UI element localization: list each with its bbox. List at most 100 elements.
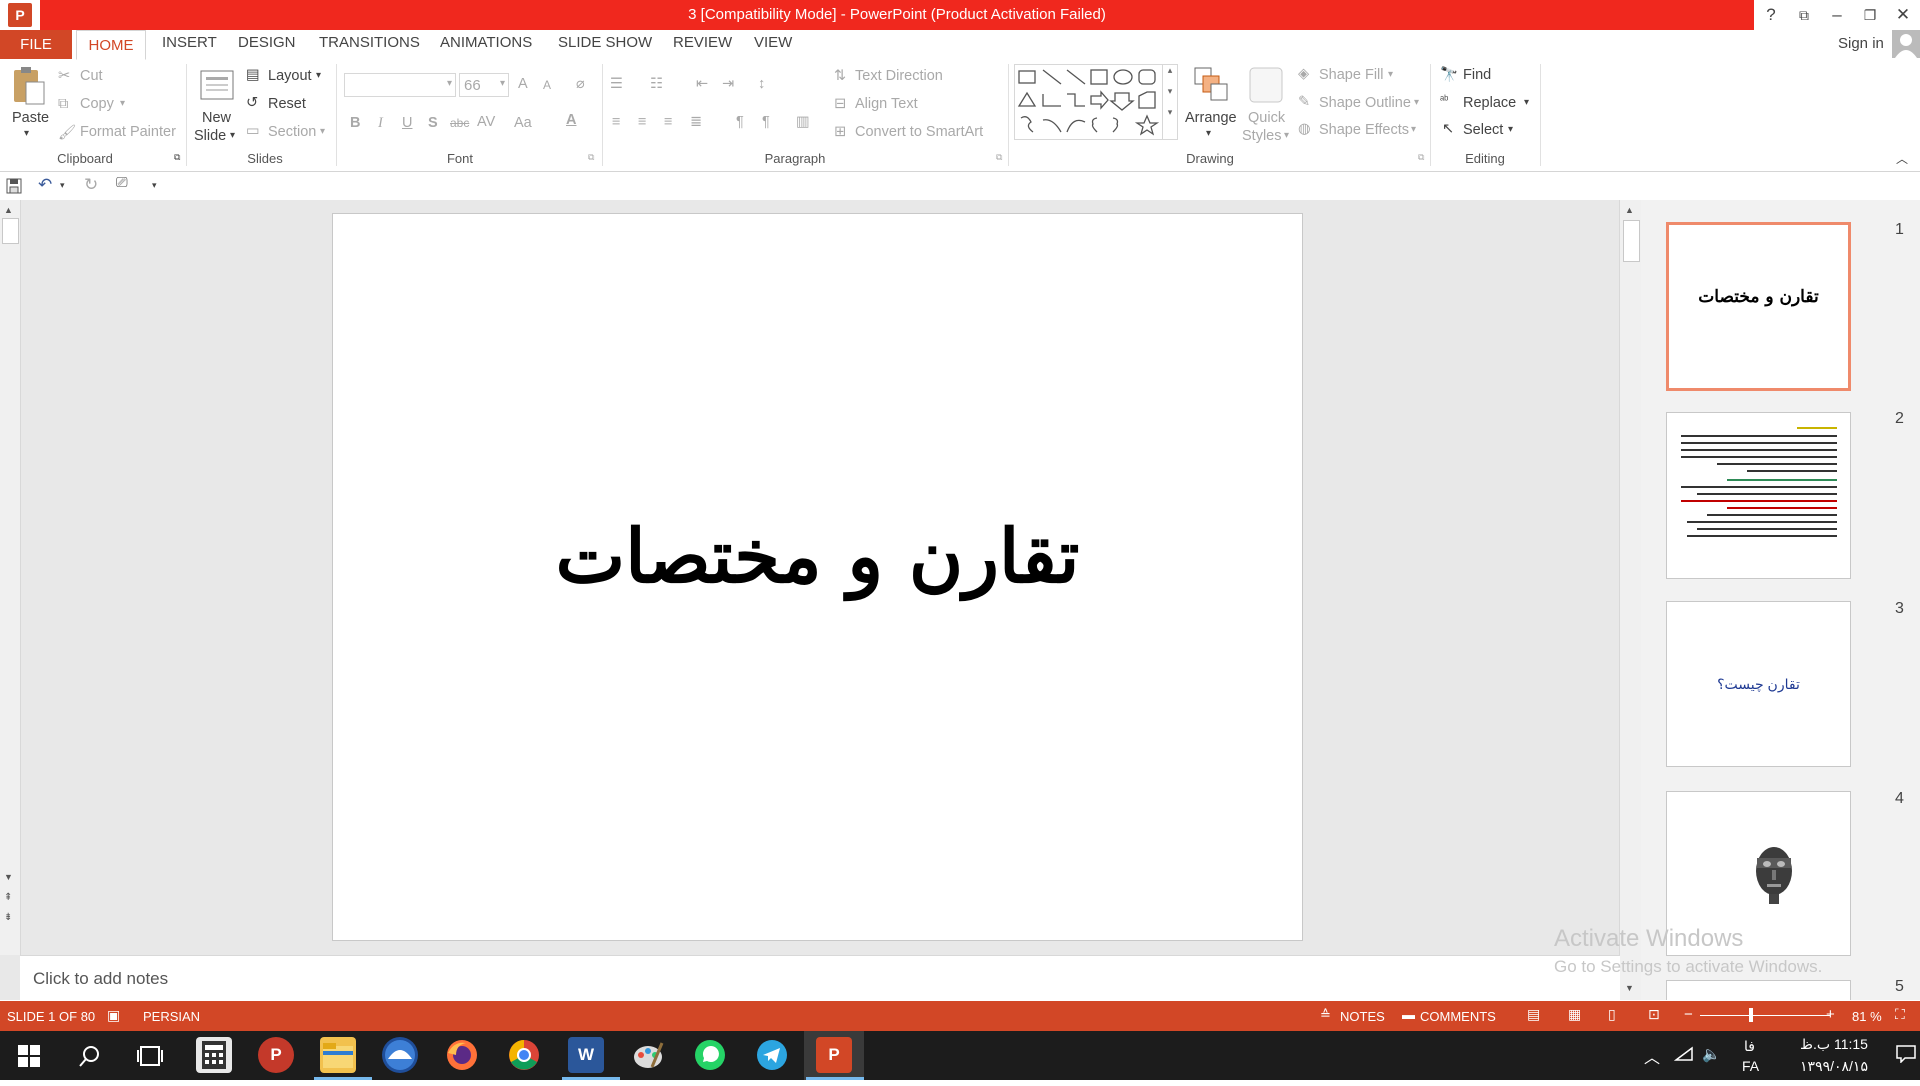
arrange-dropdown-icon[interactable]: ▾ [1206, 128, 1211, 139]
layout-button[interactable]: Layout [268, 68, 312, 84]
notes-pane[interactable]: Click to add notes [20, 955, 1620, 1001]
whatsapp-icon[interactable] [692, 1037, 728, 1073]
font-name-dropdown-icon[interactable]: ▾ [447, 78, 452, 89]
shapes-gallery[interactable]: ▴ ▾ ▾ [1014, 64, 1178, 140]
paragraph-launcher-icon[interactable]: ⧉ [996, 152, 1002, 163]
comments-icon[interactable]: ▬ [1402, 1007, 1415, 1022]
scroll-up-icon[interactable]: ▲ [1625, 205, 1634, 215]
scroll-down-icon[interactable]: ▼ [1625, 983, 1634, 993]
shape-outline-dropdown-icon[interactable]: ▾ [1414, 97, 1419, 108]
notifications-icon[interactable] [1896, 1045, 1916, 1066]
font-launcher-icon[interactable]: ⧉ [588, 152, 594, 163]
columns-icon[interactable]: ▥ [796, 114, 810, 130]
shape-fill-dropdown-icon[interactable]: ▾ [1388, 69, 1393, 80]
calculator-icon[interactable] [196, 1037, 232, 1073]
normal-view-icon[interactable]: ▤ [1527, 1006, 1540, 1023]
bold-button[interactable]: B [350, 115, 360, 131]
reading-view-icon[interactable]: ▯ [1608, 1006, 1616, 1023]
powerpoint-app-icon[interactable]: P [8, 3, 32, 27]
section-icon[interactable]: ▭ [246, 123, 260, 139]
user-avatar-icon[interactable] [1892, 30, 1920, 58]
select-button[interactable]: Select [1463, 122, 1503, 138]
new-slide-label-2[interactable]: Slide [194, 128, 226, 144]
start-slideshow-icon[interactable]: ⎚ [116, 175, 128, 191]
search-icon[interactable] [78, 1044, 102, 1072]
minimize-button[interactable]: – [1820, 2, 1854, 28]
undo-icon[interactable]: ↶ [38, 175, 52, 195]
shape-fill-button[interactable]: Shape Fill [1319, 67, 1383, 83]
internet-app-icon[interactable] [382, 1037, 418, 1073]
network-icon[interactable] [1673, 1046, 1694, 1065]
underline-button[interactable]: U [402, 115, 412, 131]
font-color-button[interactable]: A [566, 112, 576, 128]
tab-slide-show[interactable]: SLIDE SHOW [558, 34, 652, 51]
new-slide-icon[interactable] [198, 66, 236, 108]
increase-indent-icon[interactable]: ⇥ [722, 76, 734, 92]
new-slide-label-1[interactable]: New [202, 110, 231, 126]
select-dropdown-icon[interactable]: ▾ [1508, 124, 1513, 135]
slide-thumbnail-1[interactable]: تقارن و مختصات [1666, 222, 1851, 391]
find-icon[interactable]: 🔭 [1440, 66, 1458, 83]
tab-home[interactable]: HOME [76, 30, 146, 60]
character-spacing-button[interactable]: AV [477, 114, 495, 130]
justify-icon[interactable]: ≣ [690, 114, 702, 130]
smartart-icon[interactable]: ⊞ [834, 124, 846, 140]
tab-insert[interactable]: INSERT [162, 34, 217, 51]
align-text-button[interactable]: Align Text [855, 96, 918, 112]
reset-icon[interactable]: ↺ [246, 95, 258, 111]
decrease-indent-icon[interactable]: ⇤ [696, 76, 708, 92]
align-center-icon[interactable]: ≡ [638, 114, 646, 130]
scroll-thumb[interactable] [2, 218, 19, 244]
bullets-icon[interactable]: ☰ [610, 76, 623, 92]
notes-button[interactable]: NOTES [1340, 1009, 1385, 1024]
replace-dropdown-icon[interactable]: ▾ [1524, 97, 1529, 108]
zoom-in-button[interactable]: + [1826, 1006, 1835, 1023]
rtl-direction-icon[interactable]: ¶ [762, 114, 770, 130]
copy-button[interactable]: Copy [80, 96, 114, 112]
task-view-icon[interactable] [137, 1044, 163, 1072]
scroll-thumb[interactable] [1623, 220, 1640, 262]
paste-icon[interactable] [10, 66, 46, 110]
zoom-slider-thumb[interactable] [1749, 1008, 1754, 1022]
editor-scrollbar[interactable]: ▲ ▼ [1619, 200, 1643, 1000]
copy-dropdown-icon[interactable]: ▾ [120, 98, 125, 109]
select-icon[interactable]: ↖ [1442, 121, 1454, 137]
next-slide-icon[interactable]: ⇟ [4, 912, 12, 923]
shape-effects-dropdown-icon[interactable]: ▾ [1411, 124, 1416, 135]
spelling-check-icon[interactable]: ▣ [107, 1007, 120, 1024]
numbering-icon[interactable]: ☷ [650, 76, 663, 92]
powerpoint-taskbar-icon[interactable]: P [816, 1037, 852, 1073]
redo-icon[interactable]: ↻ [84, 175, 98, 195]
tab-animations[interactable]: ANIMATIONS [440, 34, 532, 51]
sign-in-link[interactable]: Sign in [1838, 35, 1884, 52]
notes-icon[interactable]: ≙ [1320, 1007, 1331, 1023]
slideshow-view-icon[interactable]: ⊡ [1648, 1006, 1660, 1023]
strikethrough-button[interactable]: abc [450, 116, 469, 130]
format-painter-icon[interactable]: 🖌 [58, 124, 76, 141]
line-spacing-icon[interactable]: ↕ [758, 76, 765, 92]
font-size-combobox[interactable]: 66 ▾ [459, 73, 509, 97]
language-indicator-en[interactable]: FA [1742, 1058, 1759, 1074]
replace-button[interactable]: Replace [1463, 95, 1516, 111]
clear-formatting-icon[interactable]: ⌀ [576, 76, 585, 92]
notes-placeholder[interactable]: Click to add notes [33, 969, 168, 989]
align-left-icon[interactable]: ≡ [612, 114, 620, 130]
paste-button[interactable]: Paste [12, 110, 49, 126]
firefox-icon[interactable] [444, 1037, 480, 1073]
restore-button[interactable]: ❐ [1853, 2, 1887, 28]
paste-dropdown-icon[interactable]: ▾ [24, 128, 29, 139]
shape-outline-button[interactable]: Shape Outline [1319, 95, 1411, 111]
shape-outline-icon[interactable]: ✎ [1298, 94, 1310, 110]
shape-effects-button[interactable]: Shape Effects [1319, 122, 1409, 138]
customize-qat-icon[interactable]: ▾ [152, 180, 157, 191]
slide-canvas[interactable]: تقارن و مختصات [332, 213, 1303, 941]
layout-dropdown-icon[interactable]: ▾ [316, 70, 321, 81]
quick-styles-icon[interactable] [1248, 66, 1284, 108]
slide-counter[interactable]: SLIDE 1 OF 80 [7, 1009, 95, 1024]
zoom-level[interactable]: 81 % [1852, 1009, 1882, 1024]
zoom-slider[interactable] [1700, 1008, 1830, 1022]
shapes-gallery-scroll[interactable]: ▴ ▾ ▾ [1162, 65, 1177, 139]
grow-font-button[interactable]: A [518, 76, 528, 92]
shape-effects-icon[interactable]: ◍ [1298, 121, 1311, 137]
tab-transitions[interactable]: TRANSITIONS [319, 34, 420, 51]
